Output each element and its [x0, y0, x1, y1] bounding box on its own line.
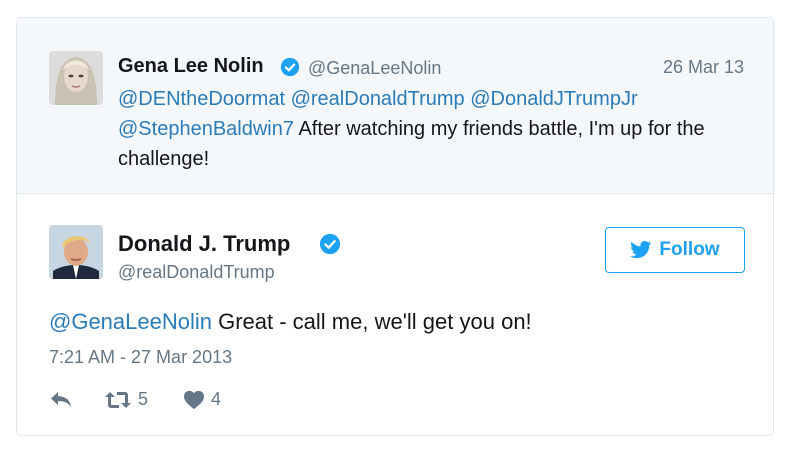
mention-link[interactable]: @DonaldJTrumpJr: [470, 88, 637, 110]
heart-icon: [184, 390, 204, 409]
quoted-handle[interactable]: @GenaLeeNolin: [308, 58, 441, 79]
verified-badge-icon: [319, 233, 341, 255]
follow-label: Follow: [659, 239, 720, 260]
mention-link[interactable]: @DENtheDoormat: [118, 88, 285, 110]
tweet-timestamp[interactable]: 7:21 AM - 27 Mar 2013: [49, 347, 232, 368]
retweet-button[interactable]: 5: [104, 389, 148, 410]
retweet-count: 5: [138, 389, 149, 409]
quoted-date[interactable]: 26 Mar 13: [663, 57, 744, 78]
mention-link[interactable]: @GenaLeeNolin: [49, 309, 212, 334]
avatar[interactable]: [49, 225, 103, 279]
twitter-bird-icon: [630, 241, 652, 259]
verified-badge-icon: [280, 57, 300, 77]
reply-icon: [51, 392, 71, 407]
tweet-text: @GenaLeeNolin Great - call me, we'll get…: [49, 309, 532, 335]
mention-link[interactable]: @realDonaldTrump: [291, 88, 465, 110]
tweet-text-body: Great - call me, we'll get you on!: [212, 309, 532, 334]
embedded-tweet-card: Gena Lee Nolin @GenaLeeNolin 26 Mar 13 @…: [16, 17, 774, 436]
quoted-tweet[interactable]: Gena Lee Nolin @GenaLeeNolin 26 Mar 13 @…: [17, 18, 773, 194]
avatar[interactable]: [49, 51, 103, 105]
quoted-tweet-text: @DENtheDoormat @realDonaldTrump @DonaldJ…: [118, 84, 743, 174]
reply-button[interactable]: [49, 389, 73, 409]
like-button[interactable]: 4: [183, 389, 221, 410]
retweet-icon: [105, 391, 131, 408]
follow-button[interactable]: Follow: [605, 227, 745, 273]
quoted-display-name[interactable]: Gena Lee Nolin: [118, 55, 264, 78]
author-display-name[interactable]: Donald J. Trump: [118, 231, 290, 257]
author-handle[interactable]: @realDonaldTrump: [118, 262, 275, 283]
mention-link[interactable]: @StephenBaldwin7: [118, 118, 294, 140]
like-count: 4: [211, 389, 222, 409]
